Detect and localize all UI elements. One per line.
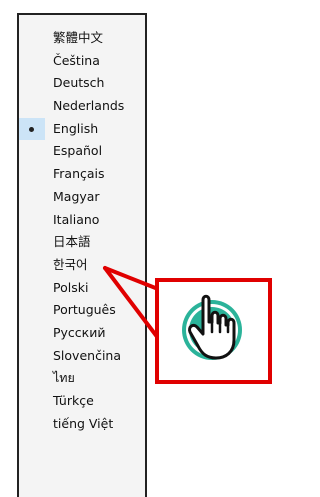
language-label: Čeština: [53, 52, 100, 68]
language-label: Português: [53, 302, 116, 318]
selected-bullet-icon: [29, 126, 34, 132]
language-item-japanese[interactable]: 日本語: [19, 231, 145, 254]
language-label: Polski: [53, 279, 89, 295]
language-label: Italiano: [53, 211, 100, 227]
language-label: Slovenčina: [53, 347, 121, 363]
language-menu: 繁體中文 Čeština Deutsch Nederlands English …: [17, 13, 147, 497]
language-label: Español: [53, 143, 103, 159]
language-label: Nederlands: [53, 98, 125, 114]
language-item-turkish[interactable]: Türkçe: [19, 390, 145, 413]
language-item-hungarian[interactable]: Magyar: [19, 186, 145, 209]
language-label: Français: [53, 166, 105, 182]
language-label: Türkçe: [53, 393, 94, 408]
language-item-polish[interactable]: Polski: [19, 277, 145, 300]
language-label: ไทย: [53, 370, 75, 386]
language-label: Deutsch: [53, 75, 105, 91]
language-item-german[interactable]: Deutsch: [19, 72, 145, 95]
language-item-vietnamese[interactable]: tiếng Việt: [19, 413, 145, 436]
language-label: 日本語: [53, 234, 91, 250]
language-item-thai[interactable]: ไทย: [19, 367, 145, 390]
language-item-russian[interactable]: Русский: [19, 322, 145, 345]
language-item-portuguese[interactable]: Português: [19, 299, 145, 322]
language-label: 繁體中文: [53, 30, 104, 45]
language-item-spanish[interactable]: Español: [19, 140, 145, 163]
language-list: 繁體中文 Čeština Deutsch Nederlands English …: [19, 27, 145, 435]
language-label: Magyar: [53, 188, 100, 204]
language-item-dutch[interactable]: Nederlands: [19, 95, 145, 118]
language-item-traditional-chinese[interactable]: 繁體中文: [19, 27, 145, 50]
language-item-english[interactable]: English: [19, 117, 145, 141]
language-item-italian[interactable]: Italiano: [19, 209, 145, 232]
language-label: tiếng Việt: [53, 415, 114, 431]
language-item-french[interactable]: Français: [19, 163, 145, 186]
tap-hand-icon: [182, 294, 242, 360]
language-item-korean[interactable]: 한국어: [19, 254, 145, 277]
language-label: 한국어: [53, 256, 88, 272]
screen: 繁體中文 Čeština Deutsch Nederlands English …: [0, 0, 279, 497]
language-label: Русский: [53, 324, 106, 340]
language-item-czech[interactable]: Čeština: [19, 50, 145, 73]
language-label: English: [53, 120, 99, 136]
language-item-slovak[interactable]: Slovenčina: [19, 345, 145, 368]
